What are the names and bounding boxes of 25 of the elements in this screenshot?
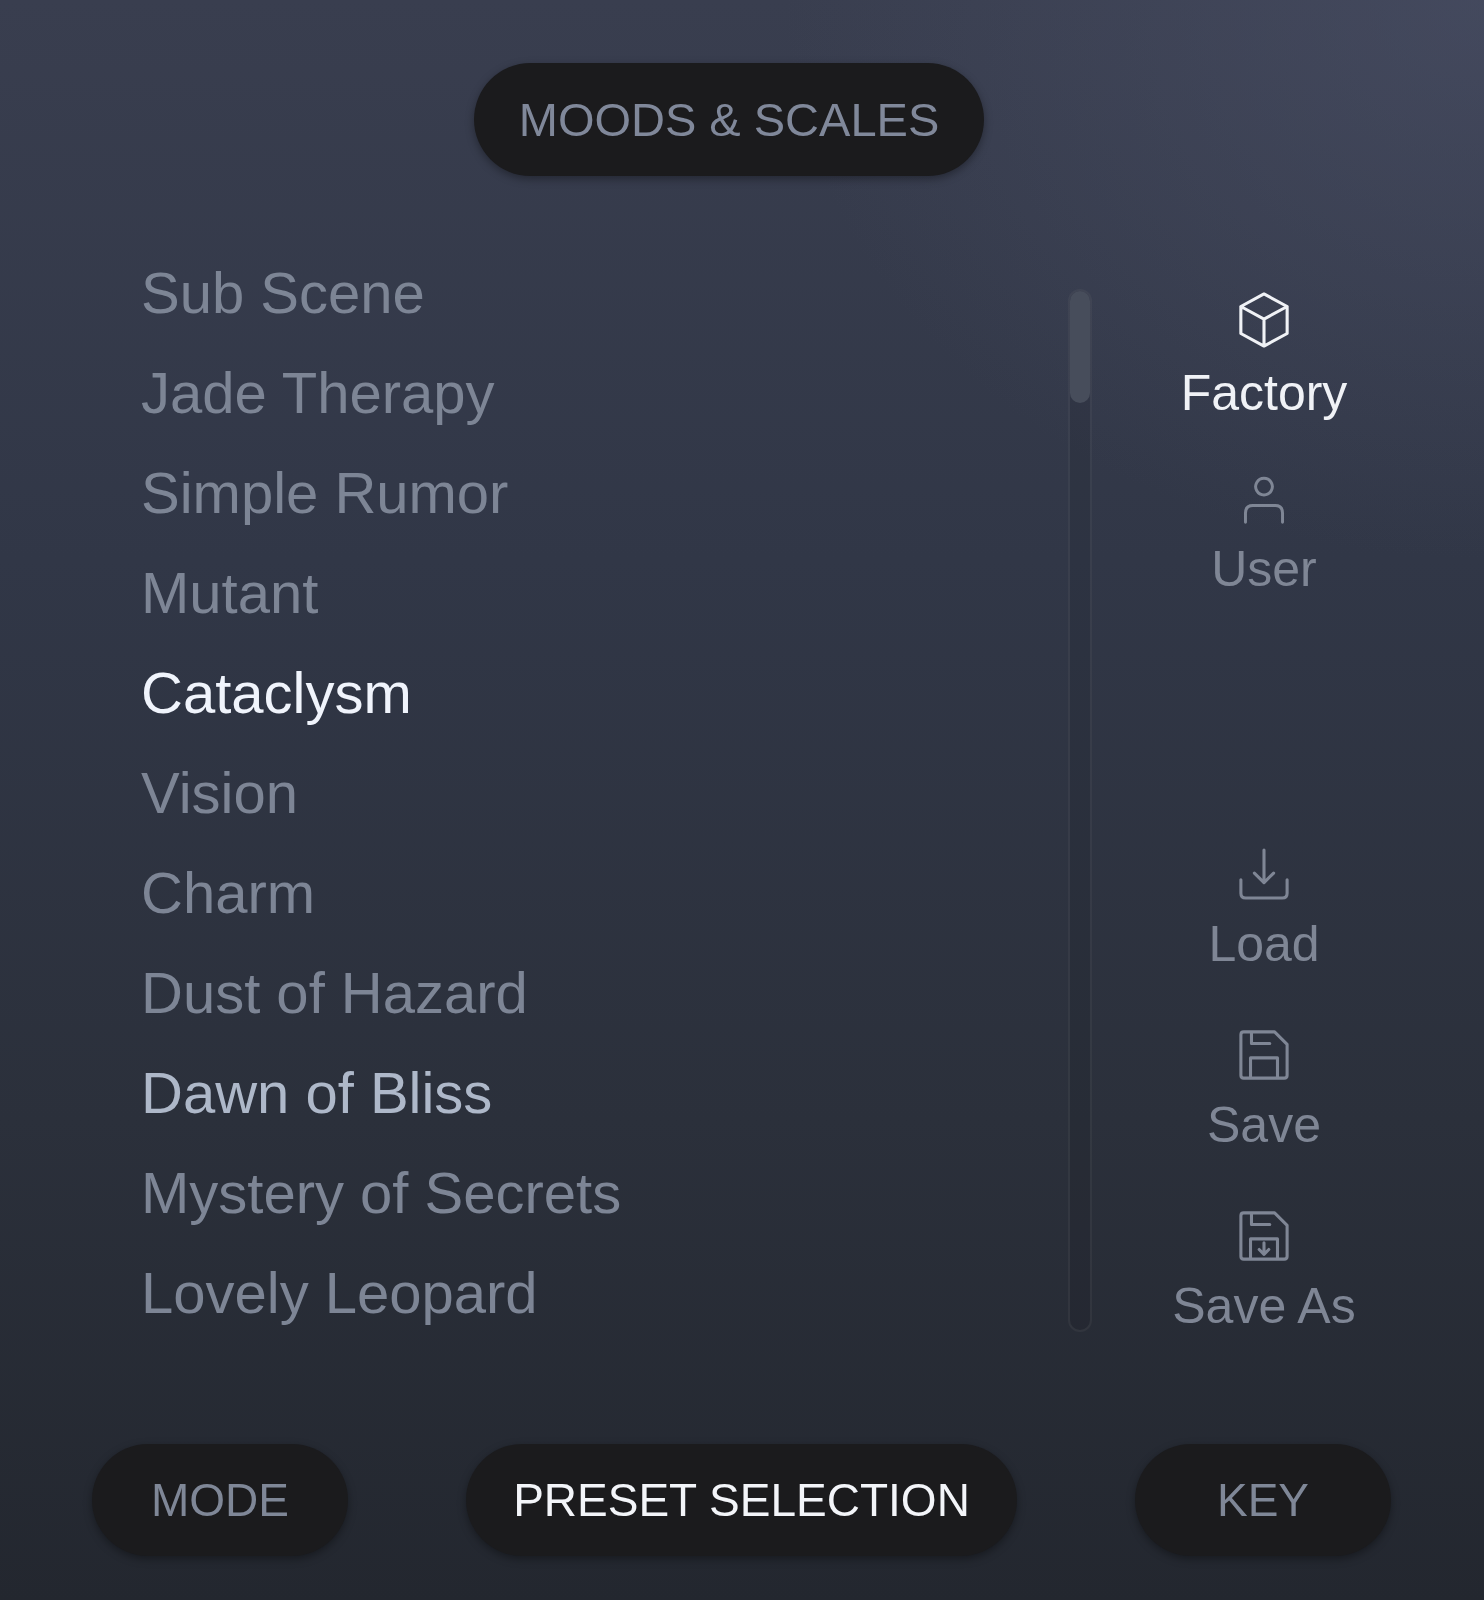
preset-list-item[interactable]: Lovely Leopard	[141, 1258, 538, 1328]
preset-list-item[interactable]: Mutant	[141, 558, 319, 628]
preset-list-item[interactable]: Simple Rumor	[141, 458, 509, 528]
preset-list-item[interactable]: Charm	[141, 858, 316, 928]
preset-action-button[interactable]: Save As	[1172, 1210, 1356, 1336]
preset-list-item[interactable]: Vision	[141, 758, 298, 828]
preset-list-item[interactable]: Sub Scene	[141, 258, 425, 328]
preset-list-item[interactable]: Dust of Hazard	[141, 958, 528, 1028]
preset-list-item[interactable]: Cataclysm	[141, 658, 412, 728]
scrollbar[interactable]	[1068, 289, 1092, 1332]
preset-list-item[interactable]: Jade Therapy	[141, 358, 495, 428]
library-source-tab[interactable]: User	[1211, 475, 1317, 599]
preset-list-item[interactable]: Dawn of Bliss	[141, 1058, 493, 1128]
floppy-disk-arrow-icon	[1238, 1210, 1290, 1262]
page-tab[interactable]: PRESET SELECTION	[466, 1444, 1017, 1556]
preset-action-button[interactable]: Load	[1208, 848, 1320, 974]
download-icon	[1238, 848, 1290, 900]
library-source-tab[interactable]: Factory	[1180, 291, 1348, 423]
cube-icon	[1237, 291, 1291, 349]
scrollbar-thumb[interactable]	[1070, 291, 1090, 403]
page-tab[interactable]: KEY	[1135, 1444, 1391, 1556]
category-button[interactable]: MOODS & SCALES	[473, 63, 985, 176]
preset-list-item[interactable]: Mystery of Secrets	[141, 1158, 622, 1228]
preset-action-button[interactable]: Save	[1207, 1029, 1321, 1155]
page-tab[interactable]: MODE	[92, 1444, 348, 1556]
